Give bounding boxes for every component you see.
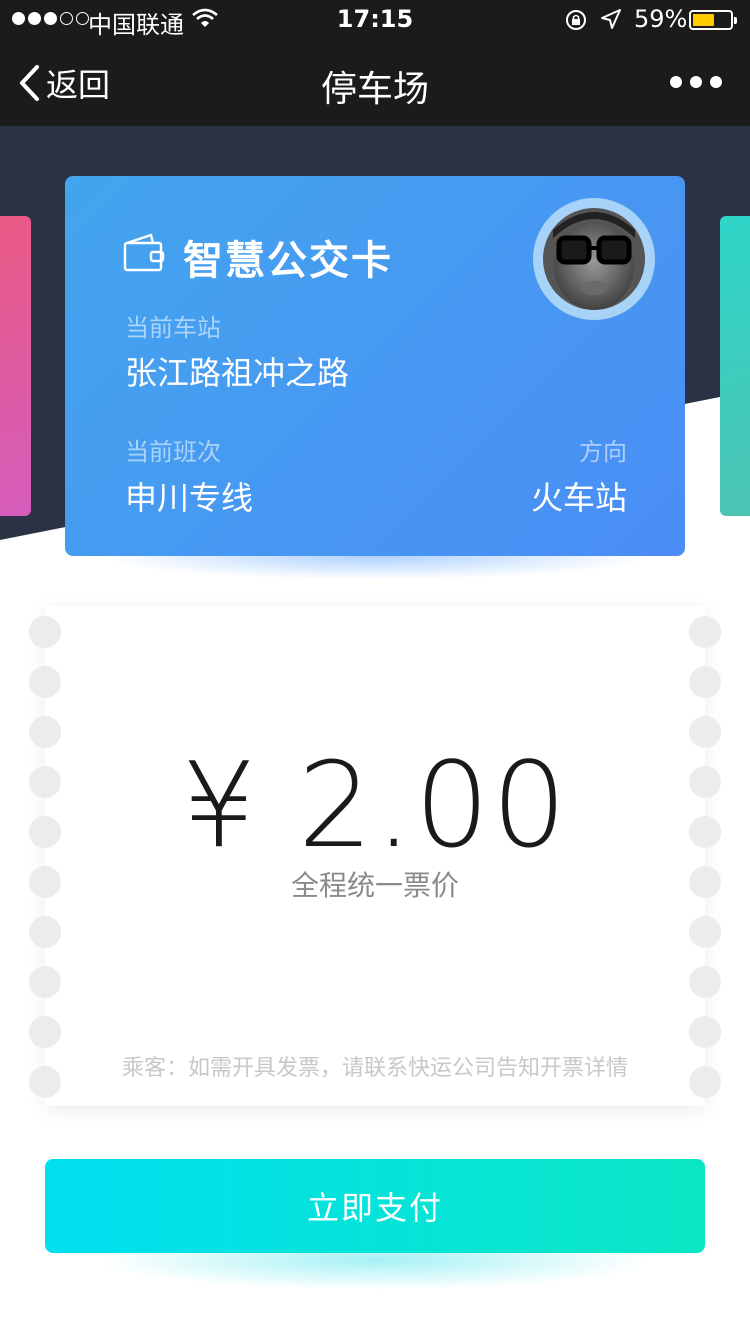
fare-note: 全程统一票价 xyxy=(290,869,459,902)
direction-label: 方向 xyxy=(579,438,627,466)
fare-ticket: ¥ 2.00 全程统一票价 乘客：如需开具发票，请联系快运公司告知开票详情 xyxy=(29,606,721,1106)
ticket-notch xyxy=(689,616,721,648)
top-bar: 中国联通 17:15 59% 返回 停车场 xyxy=(0,0,750,126)
current-route-value: 申川专线 xyxy=(125,479,254,517)
ticket-notch xyxy=(29,916,61,948)
current-station-value: 张江路祖冲之路 xyxy=(125,354,350,392)
ticket-notch xyxy=(29,1016,61,1048)
ticket-notch xyxy=(689,916,721,948)
current-station-label: 当前车站 xyxy=(125,314,221,342)
location-arrow-icon xyxy=(601,9,621,29)
direction-value: 火车站 xyxy=(530,479,627,517)
card-title: 智慧公交卡 xyxy=(183,238,393,284)
status-bar: 中国联通 17:15 59% xyxy=(0,0,750,40)
avatar-image xyxy=(543,208,645,310)
ticket-notch xyxy=(29,666,61,698)
fare-price: ¥ 2.00 xyxy=(181,736,569,874)
battery-percent: 59% xyxy=(634,5,688,33)
ticket-notch xyxy=(29,616,61,648)
previous-card[interactable] xyxy=(0,216,31,516)
current-route-label: 当前班次 xyxy=(125,438,221,466)
page: 中国联通 17:15 59% 返回 停车场 智慧公交卡 当前车站 张江路祖冲之路… xyxy=(0,0,750,1334)
page-title: 停车场 xyxy=(320,69,429,110)
wallet-icon xyxy=(123,233,165,272)
invoice-note: 乘客：如需开具发票，请联系快运公司告知开票详情 xyxy=(121,1056,628,1081)
ticket-notch xyxy=(689,1016,721,1048)
ticket-notch xyxy=(689,966,721,998)
bus-card: 智慧公交卡 当前车站 张江路祖冲之路 当前班次 申川专线 方向 火车站 xyxy=(65,176,685,556)
ticket-notch xyxy=(29,966,61,998)
more-options-icon[interactable] xyxy=(670,76,722,88)
next-card[interactable] xyxy=(720,216,750,516)
navigation-bar: 返回 停车场 xyxy=(0,40,750,126)
battery-icon xyxy=(689,10,737,30)
avatar[interactable] xyxy=(533,198,655,320)
rotation-lock-icon xyxy=(566,10,586,30)
pay-now-button[interactable]: 立即支付 xyxy=(45,1159,705,1253)
ticket-notch xyxy=(689,666,721,698)
